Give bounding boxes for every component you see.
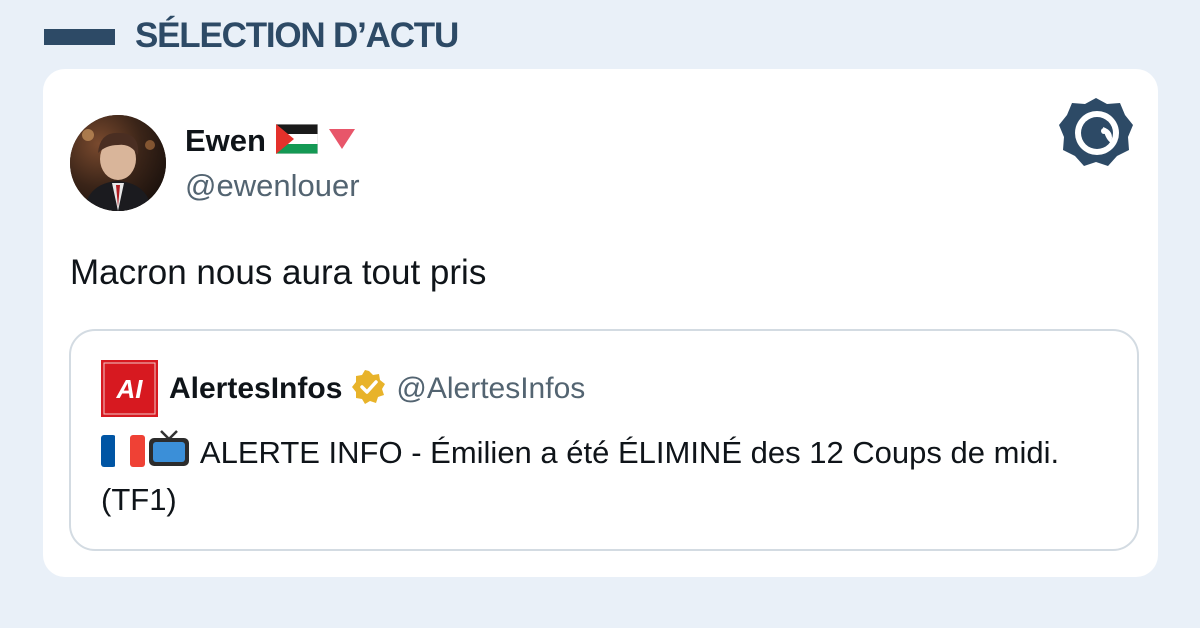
palestine-flag-icon — [275, 123, 319, 159]
quoted-tweet-text: ALERTE INFO - Émilien a été ÉLIMINÉ des … — [101, 435, 1060, 517]
france-flag-icon — [101, 435, 145, 478]
logo-text: AI — [116, 374, 144, 404]
quoted-author-handle[interactable]: @AlertesInfos — [396, 372, 585, 406]
verified-badge-icon — [352, 369, 386, 409]
alertesinfos-logo-icon[interactable]: AI — [101, 360, 158, 417]
page-title: SÉLECTION D’ACTU — [135, 16, 459, 55]
tweet-text: Macron nous aura tout pris — [70, 253, 487, 292]
quoted-tweet[interactable]: AI AlertesInfos @AlertesInfos ALERTE INF… — [69, 329, 1139, 551]
quoted-author-name[interactable]: AlertesInfos — [169, 372, 342, 406]
brand-logo-icon — [1057, 95, 1135, 169]
author-name[interactable]: Ewen — [185, 123, 266, 159]
header-bar — [44, 29, 115, 45]
quoted-tweet-text-block: ALERTE INFO - Émilien a été ÉLIMINÉ des … — [101, 429, 1111, 521]
tweet-card[interactable]: Ewen @ewenlouer Macron nous aura tout pr… — [43, 69, 1158, 577]
television-icon — [148, 429, 190, 478]
red-triangle-down-icon — [328, 128, 356, 155]
author-handle[interactable]: @ewenlouer — [185, 168, 360, 204]
avatar[interactable] — [70, 115, 166, 211]
